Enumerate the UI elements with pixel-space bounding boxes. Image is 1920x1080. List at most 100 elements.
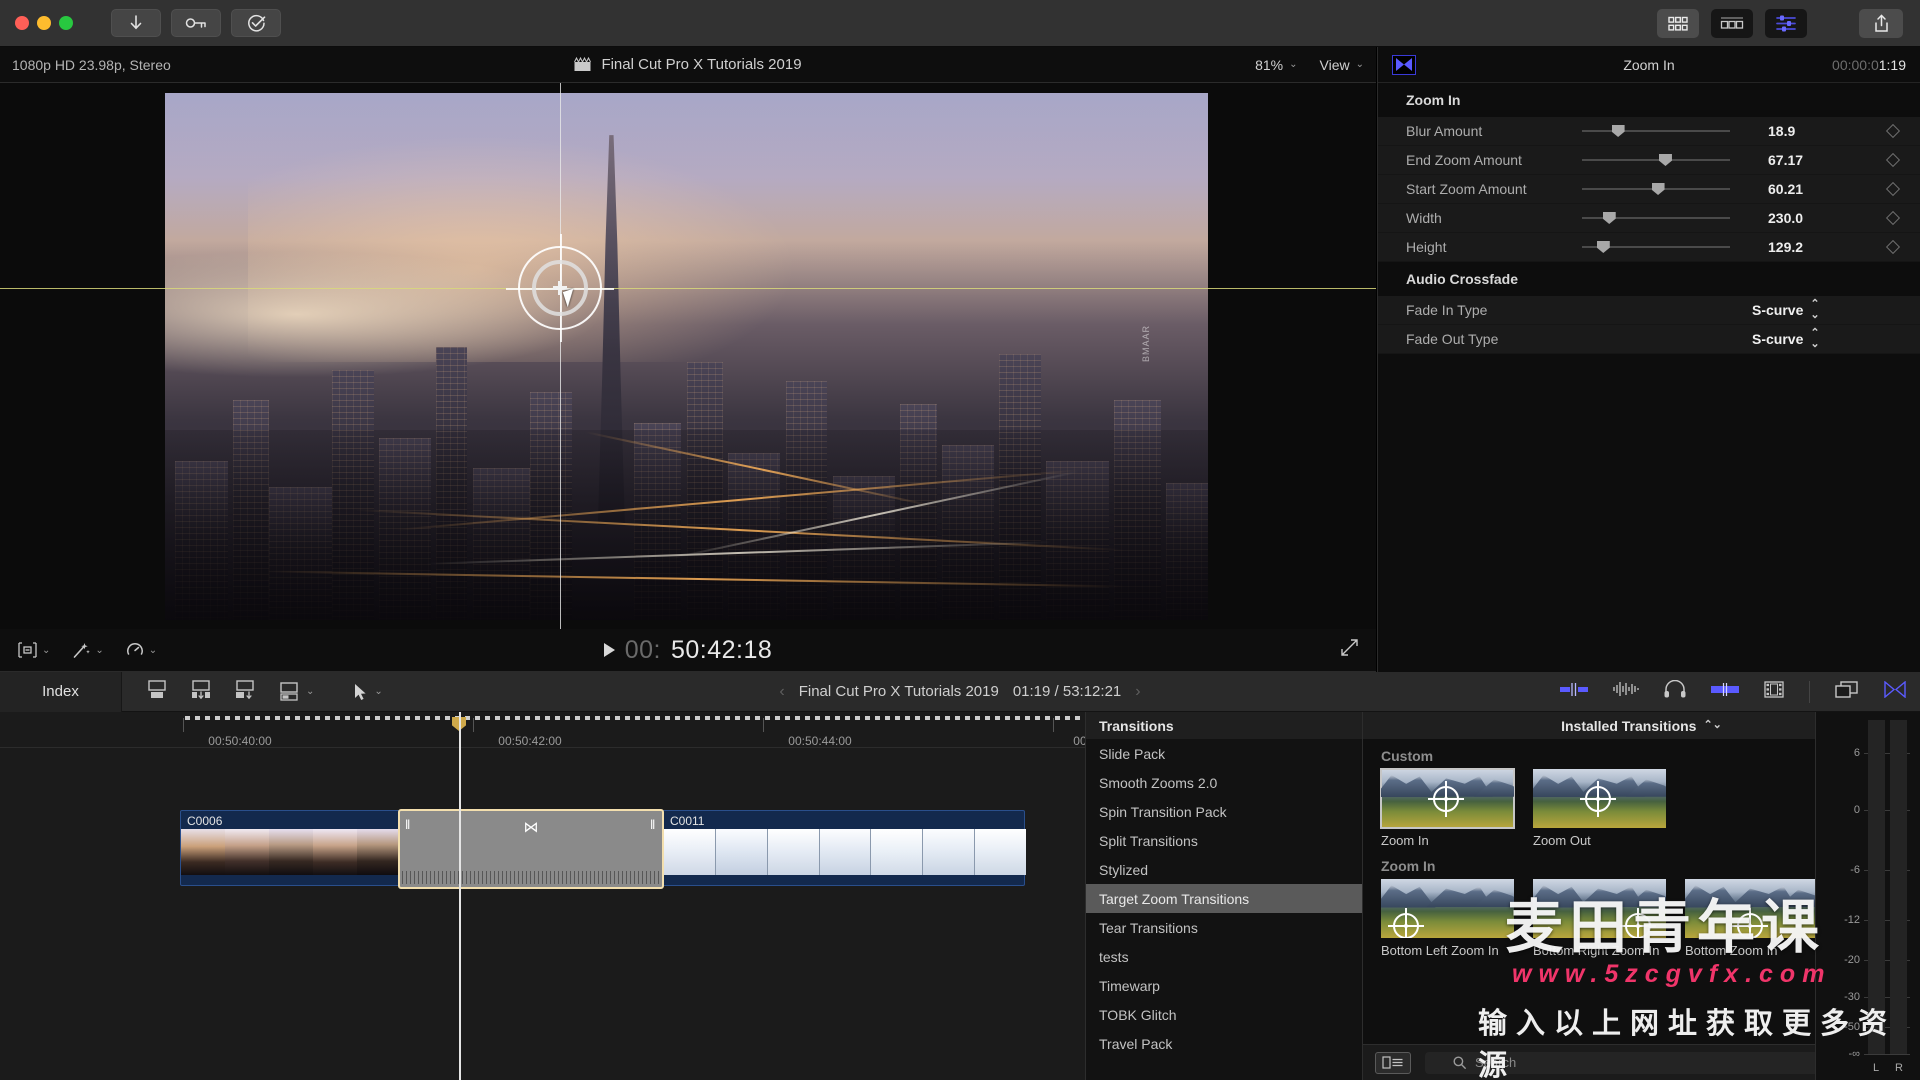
sidebar-item-slide-pack[interactable]: Slide Pack bbox=[1086, 739, 1362, 768]
window-controls[interactable] bbox=[15, 16, 73, 30]
inspector-toggle-button[interactable] bbox=[1765, 9, 1807, 38]
inspector-panel: Zoom In 00:00:01:19 Zoom In Blur Amount … bbox=[1377, 47, 1920, 672]
list-view-toggle-button[interactable] bbox=[1375, 1052, 1411, 1074]
slider-knob[interactable] bbox=[1612, 125, 1625, 137]
sidebar-item-target-zoom-transitions[interactable]: Target Zoom Transitions bbox=[1086, 884, 1362, 913]
transition-left-handle[interactable]: ‖ bbox=[405, 817, 412, 830]
sidebar-item-tests[interactable]: tests bbox=[1086, 942, 1362, 971]
fade-out-type-popup[interactable]: S-curve ⌃⌄ bbox=[1752, 328, 1820, 350]
keyframe-diamond-icon[interactable] bbox=[1886, 211, 1900, 225]
transitions-sidebar[interactable]: Transitions Slide Pack Smooth Zooms 2.0 … bbox=[1086, 712, 1363, 1080]
keyframe-diamond-icon[interactable] bbox=[1886, 240, 1900, 254]
slider-knob[interactable] bbox=[1659, 154, 1672, 166]
sidebar-item-split-transitions[interactable]: Split Transitions bbox=[1086, 826, 1362, 855]
primary-storyline[interactable]: C0006 ‖ ⋈ ‖ C0011 bbox=[180, 810, 1025, 886]
clapperboard-icon bbox=[574, 57, 591, 72]
clip-appearance-button[interactable] bbox=[1764, 681, 1784, 703]
viewer-fullscreen-button[interactable] bbox=[1341, 639, 1358, 661]
sidebar-item-tear-transitions[interactable]: Tear Transitions bbox=[1086, 913, 1362, 942]
slider-knob[interactable] bbox=[1597, 241, 1610, 253]
index-button[interactable]: Index bbox=[0, 672, 122, 712]
viewer-timecode[interactable]: 00: 50:42:18 bbox=[0, 636, 1376, 665]
skimming-button[interactable] bbox=[1711, 682, 1739, 702]
sidebar-item-tobk-glitch[interactable]: TOBK Glitch bbox=[1086, 1000, 1362, 1029]
tool-select-button[interactable]: ⌄ bbox=[354, 683, 382, 701]
key-icon bbox=[185, 16, 207, 30]
audio-monitor-button[interactable] bbox=[1664, 680, 1686, 703]
minimize-window-button[interactable] bbox=[37, 16, 51, 30]
connect-button[interactable] bbox=[234, 680, 256, 704]
param-row-end-zoom-amount[interactable]: End Zoom Amount 67.17 bbox=[1378, 146, 1920, 175]
ruler-label: 00:50:40:00 bbox=[208, 734, 271, 748]
append-button[interactable] bbox=[146, 680, 168, 704]
sidebar-item-travel-pack[interactable]: Travel Pack bbox=[1086, 1029, 1362, 1058]
audio-skimming-button[interactable] bbox=[1560, 682, 1588, 702]
keyframe-diamond-icon[interactable] bbox=[1886, 153, 1900, 167]
viewer-project-name: Final Cut Pro X Tutorials 2019 bbox=[601, 56, 801, 73]
param-label: Height bbox=[1378, 239, 1578, 255]
param-row-fade-out-type[interactable]: Fade Out Type S-curve ⌃⌄ bbox=[1378, 325, 1920, 354]
keywords-button[interactable] bbox=[171, 9, 221, 37]
keyframe-diamond-icon[interactable] bbox=[1886, 182, 1900, 196]
timeline-panel[interactable]: 00:50:40:00 00:50:42:00 00:50:44:00 00:5… bbox=[0, 712, 1085, 1080]
fade-in-type-popup[interactable]: S-curve ⌃⌄ bbox=[1752, 299, 1820, 321]
viewer-canvas[interactable]: BMAAR bbox=[0, 83, 1376, 629]
timeline-toggle-button[interactable] bbox=[1711, 9, 1753, 38]
sidebar-item-spin-transition-pack[interactable]: Spin Transition Pack bbox=[1086, 797, 1362, 826]
param-value[interactable]: 129.2 bbox=[1768, 239, 1803, 255]
window-arrange-button[interactable] bbox=[1835, 681, 1859, 703]
sidebar-item-smooth-zooms[interactable]: Smooth Zooms 2.0 bbox=[1086, 768, 1362, 797]
next-project-button[interactable]: › bbox=[1135, 683, 1140, 701]
ruler-label: 00:50:44:00 bbox=[788, 734, 851, 748]
insert-button[interactable] bbox=[190, 680, 212, 704]
target-point-control[interactable] bbox=[518, 246, 602, 330]
param-value[interactable]: 60.21 bbox=[1768, 181, 1803, 197]
analyze-button[interactable] bbox=[231, 9, 281, 37]
maximize-window-button[interactable] bbox=[59, 16, 73, 30]
clip-name-label: C0006 bbox=[187, 814, 222, 828]
viewer-top-bar: 1080p HD 23.98p, Stereo Final Cut Pro X … bbox=[0, 47, 1376, 83]
tile-thumbnail bbox=[1533, 769, 1666, 828]
param-row-start-zoom-amount[interactable]: Start Zoom Amount 60.21 bbox=[1378, 175, 1920, 204]
tile-thumbnail bbox=[1381, 879, 1514, 938]
slider-knob[interactable] bbox=[1652, 183, 1665, 195]
solo-button[interactable] bbox=[1613, 681, 1639, 702]
width-slider[interactable] bbox=[1582, 211, 1730, 225]
param-row-width[interactable]: Width 230.0 bbox=[1378, 204, 1920, 233]
param-value[interactable]: 18.9 bbox=[1768, 123, 1795, 139]
previous-project-button[interactable]: ‹ bbox=[779, 683, 784, 701]
start-zoom-amount-slider[interactable] bbox=[1582, 182, 1730, 196]
height-slider[interactable] bbox=[1582, 240, 1730, 254]
param-row-blur-amount[interactable]: Blur Amount 18.9 bbox=[1378, 117, 1920, 146]
sidebar-item-stylized[interactable]: Stylized bbox=[1086, 855, 1362, 884]
end-zoom-amount-slider[interactable] bbox=[1582, 153, 1730, 167]
blur-amount-slider[interactable] bbox=[1582, 124, 1730, 138]
param-row-fade-in-type[interactable]: Fade In Type S-curve ⌃⌄ bbox=[1378, 296, 1920, 325]
transition-tile-bottom-left-zoom-in[interactable]: Bottom Left Zoom In bbox=[1381, 879, 1514, 959]
param-row-height[interactable]: Height 129.2 bbox=[1378, 233, 1920, 262]
keyframe-diamond-icon[interactable] bbox=[1886, 124, 1900, 138]
transition-tile-zoom-out[interactable]: Zoom Out bbox=[1533, 769, 1666, 849]
transition-clip-zoom-in[interactable]: ‖ ⋈ ‖ bbox=[398, 809, 664, 889]
share-button[interactable] bbox=[1859, 9, 1903, 38]
close-window-button[interactable] bbox=[15, 16, 29, 30]
timeline-playhead[interactable] bbox=[459, 712, 461, 1080]
effects-browser-button[interactable] bbox=[1884, 681, 1906, 703]
timeline-body[interactable]: C0006 ‖ ⋈ ‖ C0011 bbox=[0, 748, 1085, 1080]
slider-knob[interactable] bbox=[1603, 212, 1616, 224]
timeline-clip-c0011[interactable]: C0011 bbox=[664, 811, 1026, 885]
window-titlebar bbox=[0, 0, 1920, 47]
param-value[interactable]: 230.0 bbox=[1768, 210, 1803, 226]
import-media-button[interactable] bbox=[111, 9, 161, 37]
viewer-view-popup[interactable]: View ⌄ bbox=[1320, 57, 1364, 73]
transition-right-handle[interactable]: ‖ bbox=[650, 817, 657, 830]
timeline-ruler[interactable]: 00:50:40:00 00:50:42:00 00:50:44:00 00:5… bbox=[0, 712, 1085, 748]
browser-toggle-button[interactable] bbox=[1657, 9, 1699, 38]
param-value[interactable]: 67.17 bbox=[1768, 152, 1803, 168]
timeline-clip-c0006[interactable]: C0006 bbox=[181, 811, 401, 885]
overwrite-button[interactable]: ⌄ bbox=[278, 682, 314, 701]
sidebar-item-timewarp[interactable]: Timewarp bbox=[1086, 971, 1362, 1000]
viewer-zoom-popup[interactable]: 81% ⌄ bbox=[1255, 57, 1297, 73]
transition-tile-zoom-in[interactable]: Zoom In bbox=[1381, 769, 1514, 849]
sliders-icon bbox=[1775, 15, 1797, 32]
